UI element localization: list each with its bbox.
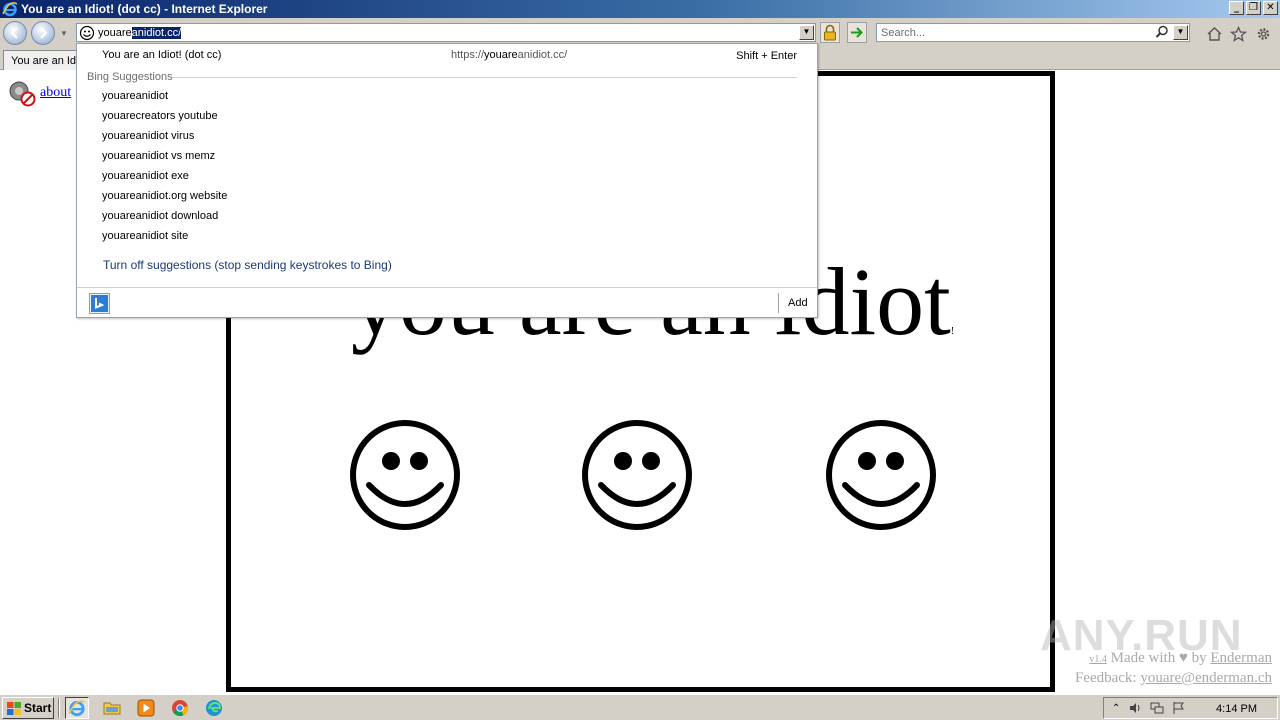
top-result-url-rest: anidiot.cc/ [517, 49, 568, 61]
title-bar: You are an Idiot! (dot cc) - Internet Ex… [0, 0, 1280, 18]
suggestion-item[interactable]: youareanidiot download [102, 210, 218, 222]
gear-icon[interactable] [1255, 26, 1272, 42]
window-title: You are an Idiot! (dot cc) - Internet Ex… [21, 2, 268, 16]
address-typed: youare [98, 26, 132, 39]
back-button[interactable] [3, 21, 27, 45]
feedback-label: Feedback: [1074, 670, 1137, 686]
ie-logo-icon [68, 700, 86, 717]
search-placeholder: Search... [881, 27, 926, 39]
divider [778, 293, 779, 313]
about-link[interactable]: about [40, 85, 71, 101]
about-link-container: about [8, 79, 71, 107]
top-result-url-match: youare [484, 49, 518, 61]
turn-off-suggestions-link[interactable]: Turn off suggestions (stop sending keyst… [103, 258, 392, 272]
shortcut-hint: Shift + Enter [736, 50, 797, 62]
blocked-audio-icon [9, 81, 36, 107]
smiley-face-icon [350, 420, 460, 530]
smiley-favicon-icon [79, 25, 95, 40]
suggestion-item[interactable]: youareanidiot exe [102, 170, 189, 182]
taskbar-media-player[interactable] [134, 697, 158, 719]
lock-icon [824, 24, 836, 41]
ie-logo-icon [2, 2, 18, 17]
close-button[interactable]: ✕ [1263, 1, 1278, 15]
start-button[interactable]: Start [2, 697, 54, 719]
windows-flag-icon [7, 701, 21, 715]
taskbar-file-explorer[interactable] [100, 697, 124, 719]
feedback-email-link[interactable]: youare@enderman.ch [1140, 670, 1272, 686]
taskbar-clock[interactable]: 4:14 PM [1216, 703, 1257, 715]
show-hidden-icons-icon[interactable]: ⌃ [1112, 703, 1120, 714]
taskbar: Start ⌃ 4:14 PM [0, 694, 1280, 720]
divider [172, 77, 797, 78]
made-with-label: Made with [1110, 650, 1176, 666]
forward-icon [40, 27, 48, 39]
search-field[interactable]: Search... ▼ [876, 23, 1190, 42]
search-icon[interactable] [1155, 25, 1169, 39]
minimize-button[interactable]: _ [1229, 1, 1244, 15]
credits: v1.4 Made with ♥ by Enderman Feedback: y… [1075, 649, 1272, 687]
suggestion-item[interactable]: youarecreators youtube [102, 110, 218, 122]
system-tray: ⌃ 4:14 PM [1103, 697, 1278, 719]
home-icon[interactable] [1206, 26, 1223, 42]
add-search-provider-button[interactable]: Add [788, 297, 808, 309]
security-button[interactable] [820, 22, 840, 43]
forward-button[interactable] [31, 21, 55, 45]
start-label: Start [24, 701, 52, 715]
go-arrow-icon [851, 27, 863, 38]
headline-exclaim: ! [950, 326, 955, 337]
divider [58, 698, 60, 718]
suggestion-item[interactable]: youareanidiot vs memz [102, 150, 215, 162]
top-result-title[interactable]: You are an Idiot! (dot cc) [102, 49, 221, 61]
smiley-face-icon [826, 420, 936, 530]
address-dropdown-button[interactable]: ▼ [799, 25, 814, 40]
bing-icon [91, 295, 108, 312]
bing-search-provider-button[interactable] [89, 293, 110, 314]
address-input[interactable]: youareanidiot.cc/ [98, 26, 182, 39]
feedback-line: Feedback: youare@enderman.ch [1075, 669, 1272, 687]
speaker-icon[interactable] [1128, 701, 1142, 715]
smiley-face-icon [582, 420, 692, 530]
explorer-folder-icon [103, 702, 121, 715]
author-link[interactable]: Enderman [1210, 650, 1272, 666]
top-result-url[interactable]: https://youareanidiot.cc/ [451, 49, 567, 61]
edge-icon [206, 700, 222, 716]
taskbar-edge[interactable] [202, 697, 226, 719]
address-autocomplete: anidiot.cc/ [131, 26, 182, 39]
credits-line: v1.4 Made with ♥ by Enderman [1075, 649, 1272, 669]
address-bar[interactable]: youareanidiot.cc/ ▼ [76, 23, 816, 42]
favorites-star-icon[interactable] [1230, 26, 1247, 42]
restore-button[interactable]: ❐ [1246, 1, 1261, 15]
address-suggestions-dropdown: You are an Idiot! (dot cc) https://youar… [76, 43, 818, 318]
search-dropdown-button[interactable]: ▼ [1173, 25, 1188, 40]
back-icon [10, 27, 18, 39]
suggestion-item[interactable]: youareanidiot.org website [102, 190, 227, 202]
suggestion-item[interactable]: youareanidiot virus [102, 130, 194, 142]
recent-pages-dropdown[interactable]: ▼ [60, 29, 68, 38]
by-label: by [1191, 650, 1207, 666]
top-result-url-prefix: https:// [451, 49, 485, 61]
heart-icon: ♥ [1178, 650, 1188, 666]
chrome-icon [172, 700, 189, 717]
go-button[interactable] [847, 22, 867, 43]
action-center-flag-icon[interactable] [1172, 701, 1186, 715]
network-icon[interactable] [1150, 701, 1164, 715]
taskbar-chrome[interactable] [168, 697, 192, 719]
suggestion-item[interactable]: youareanidiot site [102, 230, 188, 242]
bing-suggestions-heading: Bing Suggestions [87, 71, 173, 83]
media-player-icon [137, 699, 155, 717]
version-link[interactable]: v1.4 [1089, 654, 1107, 665]
suggestion-item[interactable]: youareanidiot [102, 90, 168, 102]
divider [77, 287, 817, 288]
taskbar-internet-explorer[interactable] [65, 697, 89, 719]
